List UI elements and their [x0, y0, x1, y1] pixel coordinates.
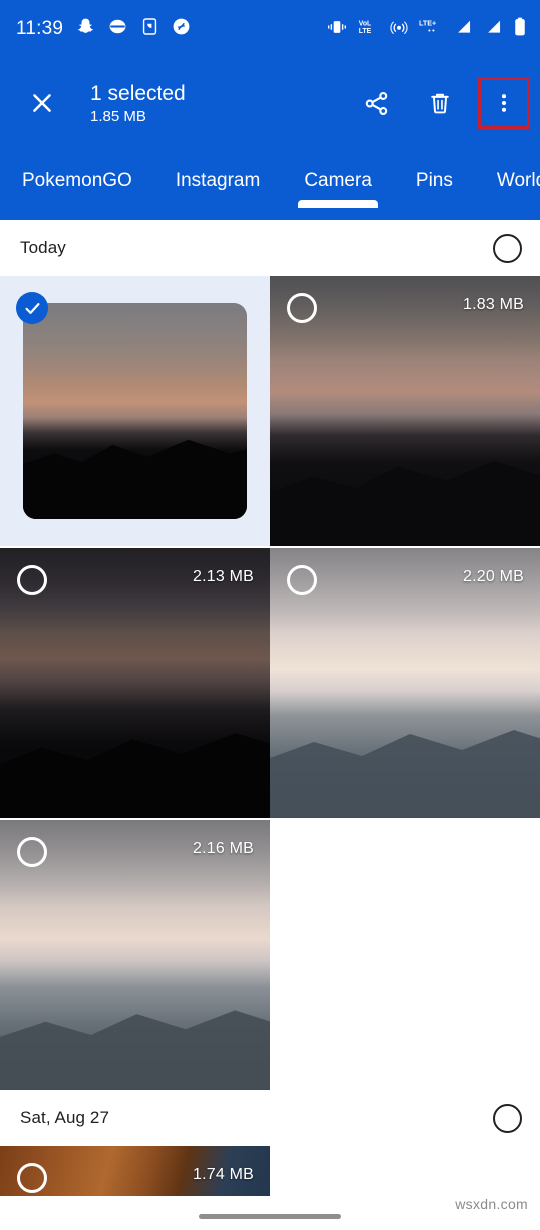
signal-bars-icon-2: [484, 18, 503, 40]
selection-summary: 1 selected 1.85 MB: [90, 81, 186, 126]
photo-select-checkbox[interactable]: [17, 565, 47, 595]
more-vert-icon: [501, 94, 507, 112]
photo-cell[interactable]: 2.20 MB: [270, 548, 540, 818]
lte-plus-icon: LTE+: [419, 18, 443, 40]
photo-size-label: 1.74 MB: [193, 1166, 254, 1183]
photo-cell[interactable]: 1.83 MB: [270, 276, 540, 546]
more-options-button[interactable]: [478, 77, 530, 129]
share-icon: [365, 91, 387, 115]
status-clock: 11:39: [16, 18, 64, 39]
svg-text:LTE: LTE: [359, 28, 372, 35]
hotspot-icon: [390, 18, 408, 41]
volte-icon: VoL LTE: [358, 18, 379, 40]
ridge-silhouette: [23, 439, 247, 519]
signal-bars-icon-1: [454, 18, 473, 40]
section-header-aug27: Sat, Aug 27: [0, 1090, 540, 1146]
tab-world-of-airports[interactable]: World of Airports: [497, 148, 540, 192]
album-tab-bar[interactable]: PokemonGO Instagram Camera Pins World of…: [0, 148, 540, 220]
photo-grid-today: 1.83 MB 2.13 MB 2.20 MB 2.16 MB: [0, 276, 540, 1090]
photo-selected-checkmark[interactable]: [16, 292, 48, 324]
status-bar-right: VoL LTE LTE+: [327, 17, 526, 41]
shazam-icon: [172, 17, 191, 41]
photo-thumbnail: [23, 303, 247, 519]
vibrate-icon: [327, 19, 347, 40]
snapchat-icon: [76, 17, 95, 41]
status-bar: 11:39 VoL LTE LTE+: [0, 0, 540, 58]
close-icon: [33, 94, 51, 112]
status-bar-left: 11:39: [16, 17, 191, 41]
ridge-silhouette: [270, 461, 540, 546]
phone-clone-icon: [140, 17, 159, 41]
watermark: wsxdn.com: [455, 1196, 528, 1212]
section-select-all-checkbox-aug27[interactable]: [493, 1103, 522, 1133]
opera-icon: [108, 17, 127, 41]
photo-cell[interactable]: 2.16 MB: [0, 820, 270, 1090]
share-button[interactable]: [352, 79, 400, 127]
action-bar-icons: [352, 77, 530, 129]
section-title-today: Today: [20, 238, 66, 257]
tab-pins[interactable]: Pins: [416, 148, 453, 192]
photo-select-checkbox[interactable]: [287, 565, 317, 595]
tab-pokemongo[interactable]: PokemonGO: [22, 148, 132, 192]
close-selection-button[interactable]: [18, 79, 66, 127]
selected-count-label: 1 selected: [90, 81, 186, 105]
photo-cell[interactable]: [0, 276, 270, 546]
battery-icon: [514, 17, 526, 41]
photo-cell[interactable]: 2.13 MB: [0, 548, 270, 818]
gesture-nav-pill[interactable]: [199, 1214, 341, 1219]
check-icon: [24, 302, 40, 314]
grid-empty-slot: [270, 818, 540, 1088]
section-header-today: Today: [0, 220, 540, 276]
svg-text:LTE+: LTE+: [419, 19, 436, 28]
photo-select-checkbox[interactable]: [17, 837, 47, 867]
photo-size-label: 2.16 MB: [193, 840, 254, 857]
photo-size-label: 2.20 MB: [463, 568, 524, 585]
selected-size-label: 1.85 MB: [90, 107, 146, 125]
photo-size-label: 2.13 MB: [193, 568, 254, 585]
photo-select-checkbox[interactable]: [287, 293, 317, 323]
phone-screen: 11:39 VoL LTE LTE+ 1 selected 1.85 MB Po…: [0, 0, 540, 1230]
ridge-silhouette: [0, 733, 270, 818]
svg-text:VoL: VoL: [359, 21, 371, 28]
selection-action-bar: 1 selected 1.85 MB: [0, 58, 540, 148]
ridge-silhouette: [0, 1010, 270, 1090]
tab-instagram[interactable]: Instagram: [176, 148, 260, 192]
section-title-aug27: Sat, Aug 27: [20, 1108, 110, 1127]
section-select-all-checkbox-today[interactable]: [493, 233, 522, 263]
delete-icon: [431, 93, 449, 114]
photo-select-checkbox[interactable]: [17, 1163, 47, 1193]
photo-size-label: 1.83 MB: [463, 296, 524, 313]
tab-camera[interactable]: Camera: [298, 148, 378, 208]
ridge-silhouette: [270, 730, 540, 818]
delete-button[interactable]: [416, 79, 464, 127]
